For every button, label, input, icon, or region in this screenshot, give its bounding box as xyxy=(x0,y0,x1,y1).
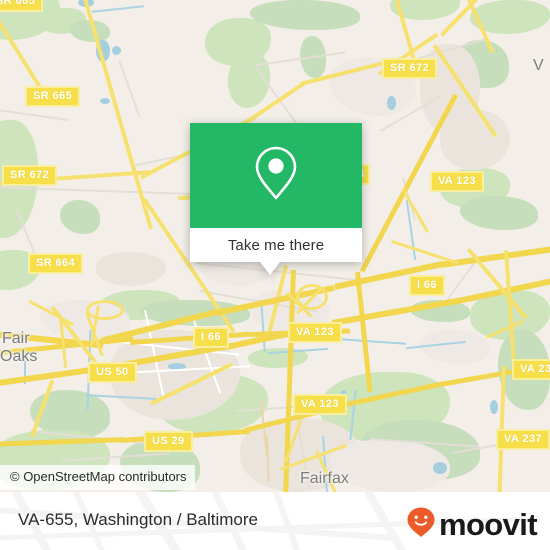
place-label-fairfax: Fairfax xyxy=(300,470,349,487)
road-shield: SR 672 xyxy=(2,165,58,186)
map-screenshot: SR 665 SR 672 SR 664 US 50 I 66 US 29 VA… xyxy=(0,0,550,550)
road-shield-clipped: SR 665 xyxy=(0,0,44,12)
water-body xyxy=(433,462,447,474)
moovit-smiley-pin-icon xyxy=(406,506,436,543)
minor-road xyxy=(118,60,141,117)
road-shield: SR 672 xyxy=(382,58,438,79)
popup-pointer-tail xyxy=(260,262,280,275)
location-title: VA-655, Washington / Baltimore xyxy=(18,510,259,529)
roundabout xyxy=(86,300,124,320)
road-shield: VA 237 xyxy=(496,429,550,450)
footer-bar: VA-655, Washington / Baltimore moovit xyxy=(0,492,550,550)
water-body xyxy=(112,46,121,55)
park-area xyxy=(460,196,538,230)
popup-action-bar[interactable]: Take me there xyxy=(190,228,362,262)
osm-attribution[interactable]: © OpenStreetMap contributors xyxy=(0,465,195,490)
road-shield: SR 665 xyxy=(25,86,81,107)
location-popup-card[interactable]: Take me there xyxy=(190,123,362,275)
minor-road xyxy=(0,108,70,121)
roundabout xyxy=(296,284,328,310)
water-body xyxy=(100,98,110,104)
water-body xyxy=(387,96,396,110)
road-shield: I 66 xyxy=(193,327,229,348)
road-shield: US 50 xyxy=(88,362,137,383)
road-shield: VA 123 xyxy=(430,171,484,192)
road-shield: VA 123 xyxy=(293,394,347,415)
moovit-logo[interactable]: moovit xyxy=(406,506,538,543)
watermark-line xyxy=(268,492,316,550)
builtup-area xyxy=(96,252,166,286)
road-shield: VA 123 xyxy=(288,322,342,343)
main-road xyxy=(391,240,459,265)
road-shield: VA 237 xyxy=(512,359,550,380)
popup-image-area xyxy=(190,123,362,228)
highway-i66 xyxy=(440,245,550,268)
builtup-area xyxy=(440,110,510,170)
road-shield: SR 664 xyxy=(28,253,84,274)
map-pin-icon xyxy=(252,144,300,207)
park-area xyxy=(60,200,100,234)
water-body xyxy=(490,400,498,414)
take-me-there-label: Take me there xyxy=(227,236,325,254)
moovit-wordmark: moovit xyxy=(438,507,538,542)
road-shield: I 66 xyxy=(409,275,445,296)
place-label-partial: V xyxy=(533,57,544,74)
main-road xyxy=(401,188,429,233)
place-label-fair-oaks: Oaks xyxy=(0,348,38,365)
stream xyxy=(92,5,144,13)
place-label-fair-oaks: Fair xyxy=(2,330,30,347)
builtup-area xyxy=(420,330,490,364)
road-shield: US 29 xyxy=(144,431,193,452)
